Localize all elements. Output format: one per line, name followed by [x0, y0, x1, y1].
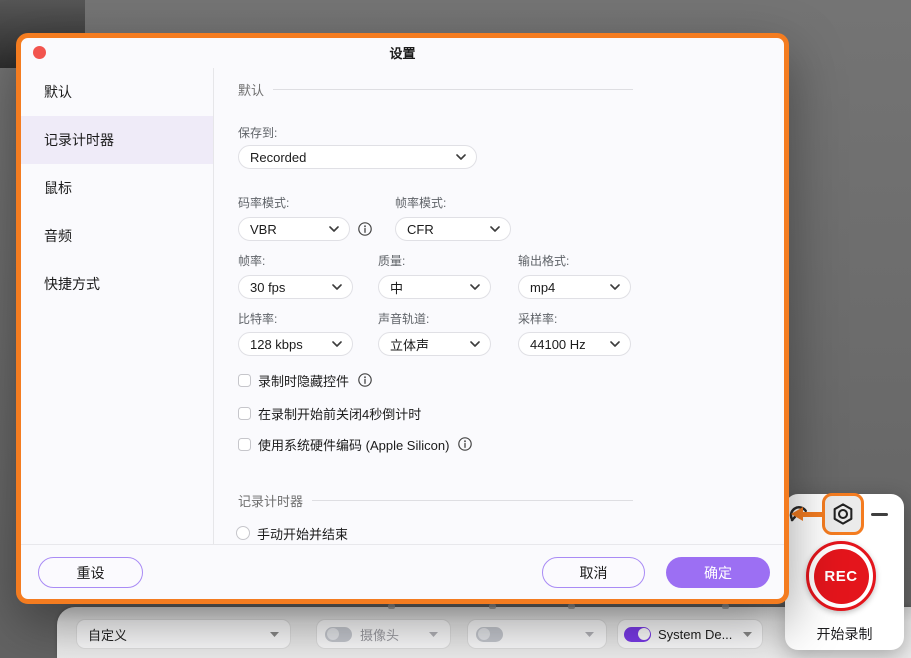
settings-dialog: 设置 默认 记录计时器 鼠标 音频 快捷方式 默认 保存到: Recorded … — [16, 33, 789, 604]
chevron-down-icon[interactable] — [429, 632, 438, 637]
hide-controls-checkbox[interactable] — [238, 374, 251, 387]
dialog-titlebar: 设置 — [21, 38, 784, 68]
info-icon[interactable] — [358, 373, 372, 387]
framerate-value: 30 fps — [250, 280, 285, 295]
hide-controls-label: 录制时隐藏控件 — [258, 371, 349, 390]
chevron-down-icon[interactable] — [743, 632, 752, 637]
system-audio-label: System De... — [658, 627, 732, 642]
footer-divider — [21, 544, 784, 545]
chevron-down-icon — [610, 341, 620, 347]
audio-track-select[interactable]: 立体声 — [378, 332, 491, 356]
audio-track-label: 声音轨道: — [378, 310, 429, 327]
chevron-down-icon[interactable] — [585, 632, 594, 637]
audio-track-value: 立体声 — [390, 335, 429, 354]
toolbar-peek-dot — [722, 604, 729, 609]
framerate-label: 帧率: — [238, 252, 265, 269]
rec-button-label: REC — [814, 549, 869, 604]
sample-rate-select[interactable]: 44100 Hz — [518, 332, 631, 356]
chevron-down-icon — [610, 284, 620, 290]
toolbar-peek-dot — [489, 604, 496, 609]
sample-rate-label: 采样率: — [518, 310, 557, 327]
output-format-label: 输出格式: — [518, 252, 569, 269]
capture-mode-select[interactable]: 自定义 — [77, 620, 290, 648]
microphone-toggle-pill[interactable] — [468, 620, 606, 648]
save-to-value: Recorded — [250, 150, 306, 165]
annotation-arrow-left-icon — [791, 507, 803, 521]
output-format-value: mp4 — [530, 280, 555, 295]
reset-button[interactable]: 重设 — [38, 557, 143, 588]
section-rule — [273, 89, 633, 90]
sidebar-divider — [213, 68, 214, 544]
gear-icon — [830, 501, 856, 527]
sidebar-item-shortcuts[interactable]: 快捷方式 — [21, 260, 213, 308]
settings-content: 默认 保存到: Recorded 码率模式: 帧率模式: VBR CFR 帧率:… — [238, 68, 633, 544]
section-header-default: 默认 — [238, 80, 633, 99]
camera-toggle[interactable] — [325, 627, 352, 642]
rec-button[interactable]: REC — [806, 541, 876, 611]
hardware-encoding-checkbox[interactable] — [238, 438, 251, 451]
chevron-down-icon — [490, 226, 500, 232]
cancel-button[interactable]: 取消 — [542, 557, 645, 588]
bitrate-mode-label: 码率模式: — [238, 194, 289, 211]
bitrate-select[interactable]: 128 kbps — [238, 332, 353, 356]
framerate-mode-label: 帧率模式: — [395, 194, 446, 211]
system-audio-toggle-pill[interactable]: System De... — [618, 620, 762, 648]
disable-countdown-row: 在录制开始前关闭4秒倒计时 — [238, 404, 421, 422]
toolbar-peek-dot — [388, 604, 395, 609]
hardware-encoding-label: 使用系统硬件编码 (Apple Silicon) — [258, 435, 449, 454]
chevron-down-icon — [332, 341, 342, 347]
bitrate-mode-select[interactable]: VBR — [238, 217, 350, 241]
sidebar-item-audio[interactable]: 音频 — [21, 212, 213, 260]
settings-gear-highlight[interactable] — [822, 493, 864, 535]
chevron-down-icon — [332, 284, 342, 290]
save-to-select[interactable]: Recorded — [238, 145, 477, 169]
bitrate-value: 128 kbps — [250, 337, 303, 352]
toolbar-peek-dot — [568, 604, 575, 609]
bitrate-mode-value: VBR — [250, 222, 277, 237]
hardware-encoding-row: 使用系统硬件编码 (Apple Silicon) — [238, 435, 472, 453]
chevron-down-icon — [470, 284, 480, 290]
info-icon[interactable] — [358, 222, 372, 236]
disable-countdown-label: 在录制开始前关闭4秒倒计时 — [258, 404, 421, 423]
sample-rate-value: 44100 Hz — [530, 337, 586, 352]
manual-start-stop-label: 手动开始并结束 — [257, 524, 348, 543]
dialog-title: 设置 — [21, 38, 784, 68]
start-recording-label: 开始录制 — [785, 624, 904, 644]
save-to-label: 保存到: — [238, 124, 277, 141]
recorder-toolbar: 自定义 摄像头 System De... — [57, 607, 911, 658]
camera-label: 摄像头 — [360, 625, 399, 644]
quality-select[interactable]: 中 — [378, 275, 491, 299]
disable-countdown-checkbox[interactable] — [238, 407, 251, 420]
annotation-arrow-shaft — [802, 512, 824, 517]
chevron-down-icon — [470, 341, 480, 347]
sidebar-item-mouse[interactable]: 鼠标 — [21, 164, 213, 212]
minimize-icon[interactable] — [871, 513, 888, 516]
chevron-down-icon — [329, 226, 339, 232]
framerate-select[interactable]: 30 fps — [238, 275, 353, 299]
microphone-toggle[interactable] — [476, 627, 503, 642]
quality-value: 中 — [390, 278, 403, 297]
framerate-mode-value: CFR — [407, 222, 434, 237]
sidebar-item-default[interactable]: 默认 — [21, 68, 213, 116]
quality-label: 质量: — [378, 252, 405, 269]
section-title: 记录计时器 — [238, 491, 303, 510]
manual-start-stop-radio[interactable] — [236, 526, 250, 540]
camera-toggle-pill[interactable]: 摄像头 — [317, 620, 450, 648]
output-format-select[interactable]: mp4 — [518, 275, 631, 299]
framerate-mode-select[interactable]: CFR — [395, 217, 511, 241]
bitrate-label: 比特率: — [238, 310, 277, 327]
section-header-record-timer: 记录计时器 — [238, 491, 633, 510]
hide-controls-row: 录制时隐藏控件 — [238, 371, 372, 389]
ok-button[interactable]: 确定 — [666, 557, 770, 588]
chevron-down-icon — [456, 154, 466, 160]
info-icon[interactable] — [458, 437, 472, 451]
capture-mode-value: 自定义 — [88, 625, 127, 644]
section-rule — [312, 500, 633, 501]
sidebar-item-record-timer[interactable]: 记录计时器 — [21, 116, 213, 164]
system-audio-toggle[interactable] — [624, 627, 651, 642]
section-title: 默认 — [238, 80, 264, 99]
chevron-down-icon — [270, 632, 279, 637]
manual-start-stop-row: 手动开始并结束 — [236, 524, 348, 542]
